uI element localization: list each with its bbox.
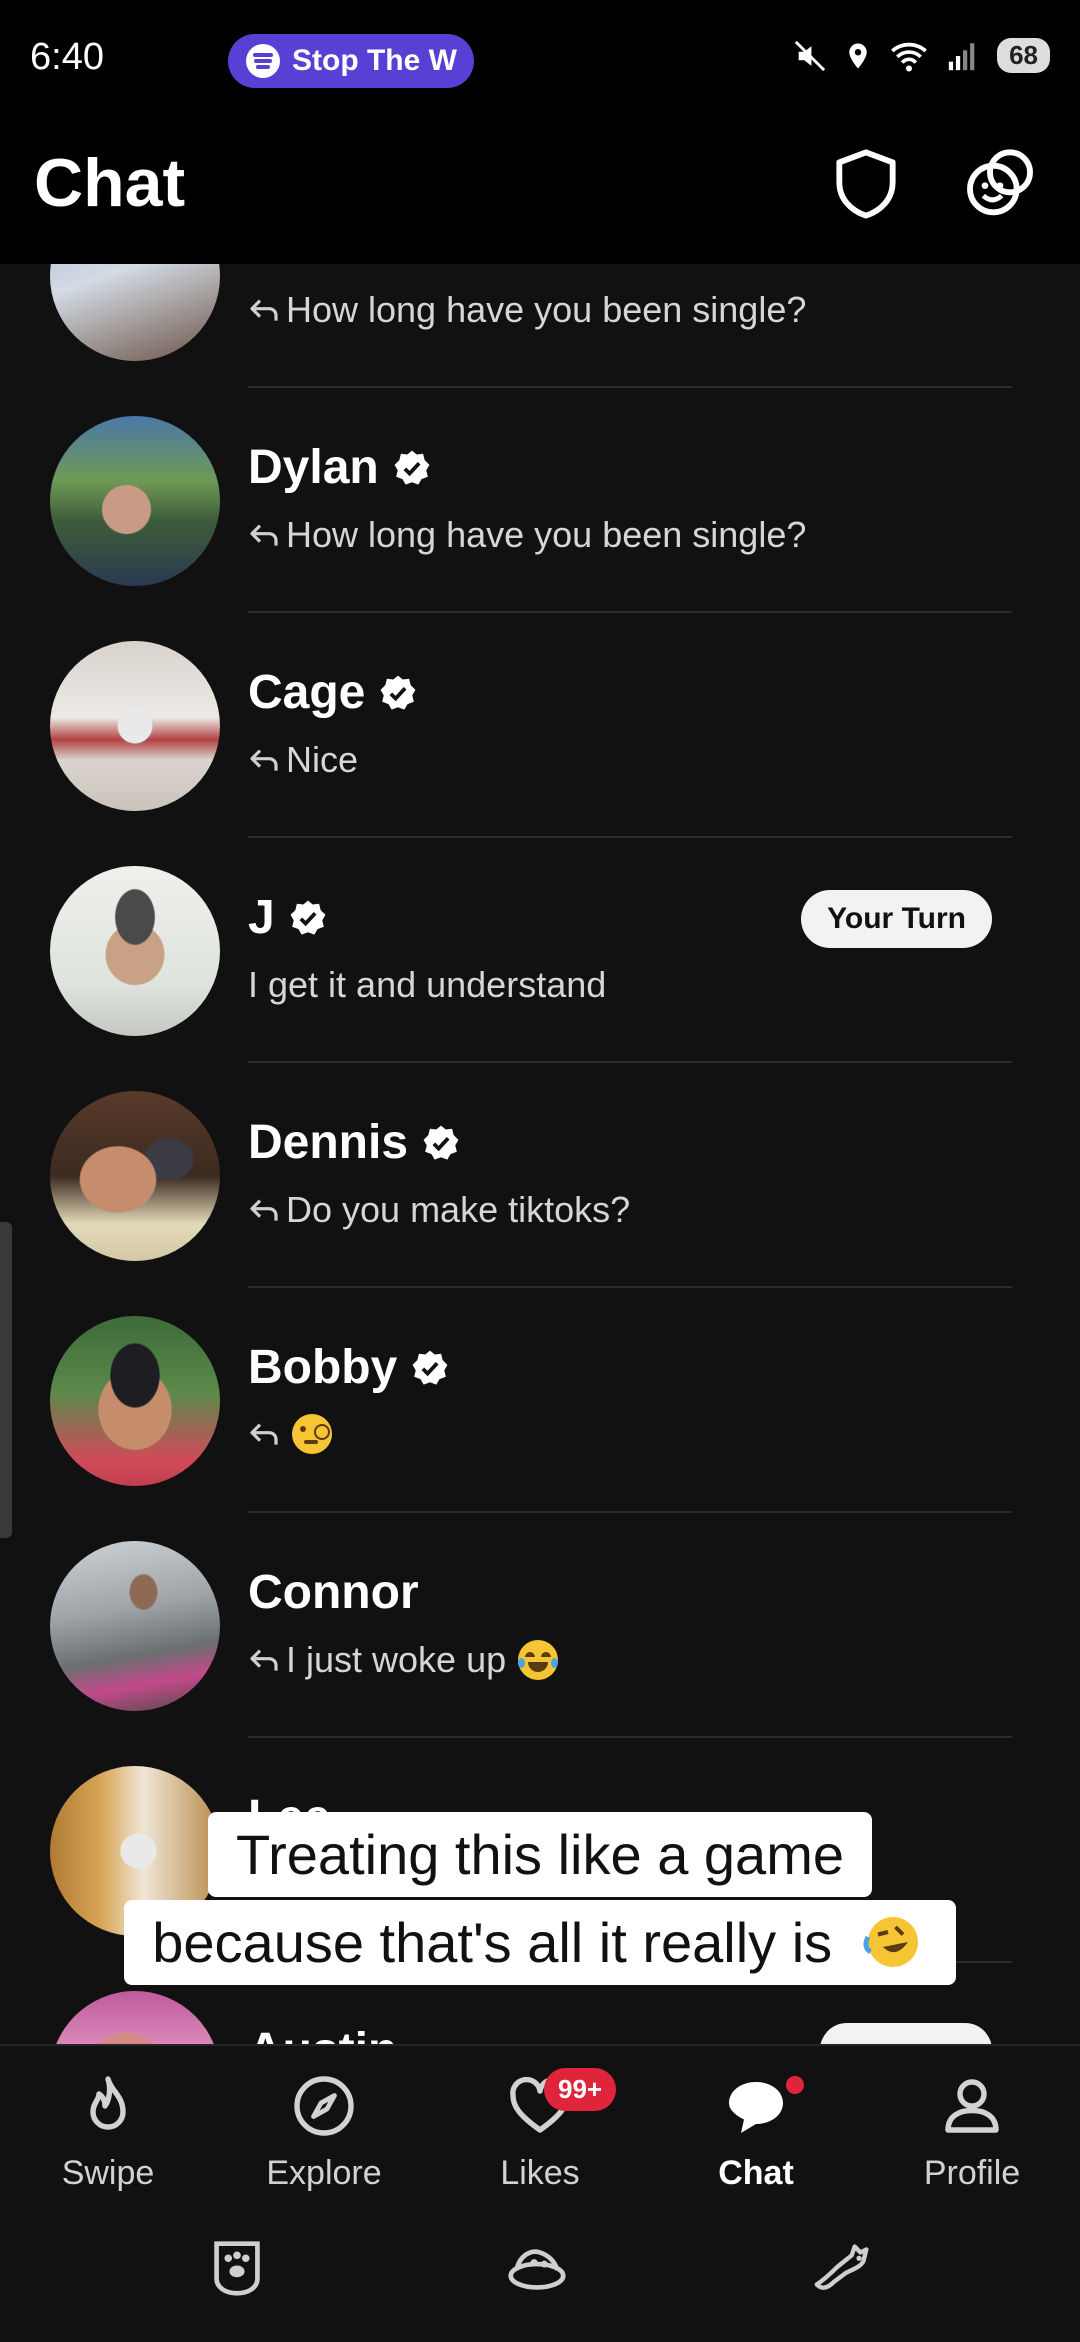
food-bowl-icon[interactable]: [502, 2232, 572, 2302]
caption-line-1: Treating this like a game: [0, 1812, 1080, 1897]
message-preview: I just woke up: [248, 1639, 559, 1681]
contact-name: Cage: [248, 666, 366, 719]
conversation-row-cage[interactable]: Cage Nice: [0, 613, 1080, 838]
contact-name: Austin: [248, 2023, 397, 2044]
nav-likes[interactable]: 99+ Likes: [440, 2068, 640, 2193]
cat-jumping-icon[interactable]: [808, 2232, 878, 2302]
nav-label: Likes: [500, 2154, 580, 2192]
likes-count-badge: 99+: [544, 2068, 617, 2111]
avatar: [50, 1541, 220, 1711]
media-pill-text: Stop The W: [292, 44, 457, 77]
avatar: [50, 1991, 220, 2044]
reply-arrow-icon: [250, 1649, 278, 1671]
reply-arrow-icon: [250, 1199, 278, 1221]
scroll-indicator[interactable]: [0, 1222, 12, 1538]
spotify-icon: [246, 44, 280, 78]
your-turn-badge: Your Turn: [801, 890, 992, 948]
status-bar: 6:40 Stop The W 68: [0, 0, 1080, 120]
nav-explore[interactable]: Explore: [224, 2070, 424, 2193]
profile-switcher-icon[interactable]: [960, 144, 1040, 224]
battery-indicator: 68: [997, 38, 1050, 73]
nav-label: Swipe: [61, 2154, 155, 2192]
reply-arrow-icon: [250, 524, 278, 546]
nav-chat[interactable]: Chat: [656, 2070, 856, 2193]
nav-label: Profile: [923, 2154, 1021, 2192]
status-icons: 68: [793, 38, 1050, 73]
nav-profile[interactable]: Profile: [872, 2070, 1072, 2193]
message-preview: How long have you been single?: [248, 289, 806, 331]
wifi-icon: [891, 42, 927, 71]
conversation-row-dennis[interactable]: Dennis Do you make tiktoks?: [0, 1063, 1080, 1288]
flame-icon: [90, 2076, 126, 2130]
paw-badge-icon[interactable]: [202, 2232, 272, 2302]
badge: [820, 2023, 992, 2044]
nav-swipe[interactable]: Swipe: [8, 2070, 208, 2193]
tears-of-joy-emoji: [518, 1640, 559, 1680]
caption-line-2: because that's all it really is: [0, 1900, 1080, 1985]
compass-icon: [294, 2076, 354, 2136]
page-title: Chat: [34, 145, 186, 221]
verified-icon: [412, 1350, 448, 1385]
contact-name: J: [248, 891, 275, 944]
conversation-list[interactable]: How long have you been single? Dylan How…: [0, 264, 1080, 2044]
chat-bubble-icon: [729, 2082, 783, 2133]
verified-icon: [290, 900, 326, 935]
avatar: [50, 641, 220, 811]
rolling-on-floor-laughing-emoji: [863, 1917, 918, 1967]
conversation-row-bobby[interactable]: Bobby: [0, 1288, 1080, 1513]
message-preview: [248, 1414, 332, 1454]
avatar: [50, 1091, 220, 1261]
avatar: [50, 416, 220, 586]
location-icon: [849, 43, 867, 68]
contact-name: Bobby: [248, 1341, 398, 1394]
reply-arrow-icon: [250, 749, 278, 771]
message-preview: How long have you been single?: [248, 514, 806, 556]
conversation-row-j[interactable]: J Your Turn I get it and understand: [0, 838, 1080, 1063]
reply-arrow-icon: [250, 1423, 278, 1445]
media-pill[interactable]: Stop The W: [228, 34, 474, 88]
app-header: Chat: [0, 120, 1080, 264]
mute-icon: [794, 40, 826, 71]
message-preview: Do you make tiktoks?: [248, 1189, 630, 1231]
shield-icon[interactable]: [826, 144, 906, 224]
message-preview: I get it and understand: [248, 964, 607, 1005]
contact-name: Dennis: [248, 1116, 409, 1169]
reply-arrow-icon: [250, 299, 278, 321]
avatar: [50, 866, 220, 1036]
conversation-row-connor[interactable]: Connor I just woke up: [0, 1513, 1080, 1738]
chat-notification-dot: [786, 2076, 804, 2094]
contact-name: Dylan: [248, 441, 379, 494]
monocle-face-emoji: [292, 1414, 332, 1454]
avatar: [50, 264, 220, 361]
signal-icon: [948, 42, 975, 70]
message-preview: Nice: [248, 739, 358, 781]
verified-icon: [423, 1125, 459, 1160]
avatar: [50, 1316, 220, 1486]
contact-name: Connor: [248, 1566, 419, 1619]
nav-label: Chat: [718, 2154, 794, 2192]
verified-icon: [394, 450, 430, 485]
conversation-row-dylan[interactable]: Dylan How long have you been single?: [0, 388, 1080, 613]
status-time: 6:40: [30, 36, 104, 78]
person-icon: [945, 2079, 999, 2133]
nav-label: Explore: [266, 2154, 382, 2192]
verified-icon: [380, 675, 416, 710]
conversation-row[interactable]: How long have you been single?: [0, 264, 1080, 388]
